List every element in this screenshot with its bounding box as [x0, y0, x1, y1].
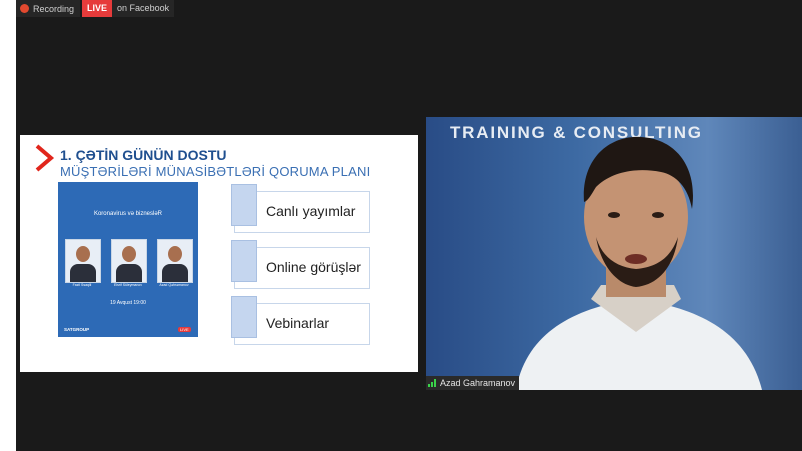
poster-logo: SATGROUP: [64, 327, 90, 332]
record-dot-icon: [20, 4, 29, 13]
poster-live-badge: LIVE: [178, 327, 191, 332]
speaker-photo: [157, 239, 193, 283]
speaker-photo: [111, 239, 147, 283]
speaker-photo: [65, 239, 101, 283]
poster-title: Koronavirus və biznesləR: [93, 211, 163, 217]
slide-item-label: Vebinarlar: [266, 315, 330, 331]
webinar-poster: Koronavirus və biznesləR Fazil Ssaqili E…: [58, 182, 198, 337]
slide-item-label: Online görüşlər: [266, 259, 361, 275]
slide-item: Online görüşlər: [231, 240, 370, 289]
item-tab-decoration: [231, 296, 257, 338]
speaker-name: Elsrif Süleymanov: [113, 283, 142, 287]
poster-date: 19 Avqust 19:00: [110, 300, 146, 306]
recording-label: Recording: [33, 3, 75, 14]
participant-name-tag: Azad Gahramanov: [426, 376, 520, 390]
slide-item: Vebinarlar: [231, 296, 370, 345]
shared-screen-slide: 1. ÇƏTİN GÜNÜN DOSTU MÜŞTƏRİLƏRİ MÜNASİB…: [20, 135, 418, 372]
meeting-stage: Recording LIVE on Facebook 1. ÇƏTİN GÜNÜ…: [16, 0, 802, 451]
recording-bar: Recording LIVE on Facebook: [16, 0, 175, 17]
participant-video-image: [516, 136, 762, 390]
speaker-name: Fazil Ssaqili: [72, 283, 92, 287]
participant-name: Azad Gahramanov: [440, 378, 516, 388]
chevron-right-icon: [35, 144, 55, 172]
item-tab-decoration: [231, 240, 257, 282]
slide-item-label: Canlı yayımlar: [266, 203, 356, 219]
slide-item: Canlı yayımlar: [231, 184, 370, 233]
slide-title: 1. ÇƏTİN GÜNÜN DOSTU: [60, 147, 227, 163]
slide-subtitle: MÜŞTƏRİLƏRİ MÜNASİBƏTLƏRİ QORUMA PLANI: [60, 164, 371, 179]
item-tab-decoration: [231, 184, 257, 226]
speaker-name: Azad Qəhrəmanov: [159, 283, 189, 287]
participant-video-tile[interactable]: TRAINING & CONSULTING Azad Gahramanov: [426, 117, 802, 390]
live-badge[interactable]: LIVE: [82, 0, 113, 17]
signal-strength-icon: [428, 379, 438, 387]
recording-indicator[interactable]: Recording: [16, 0, 81, 17]
live-platform-label: on Facebook: [112, 0, 175, 17]
